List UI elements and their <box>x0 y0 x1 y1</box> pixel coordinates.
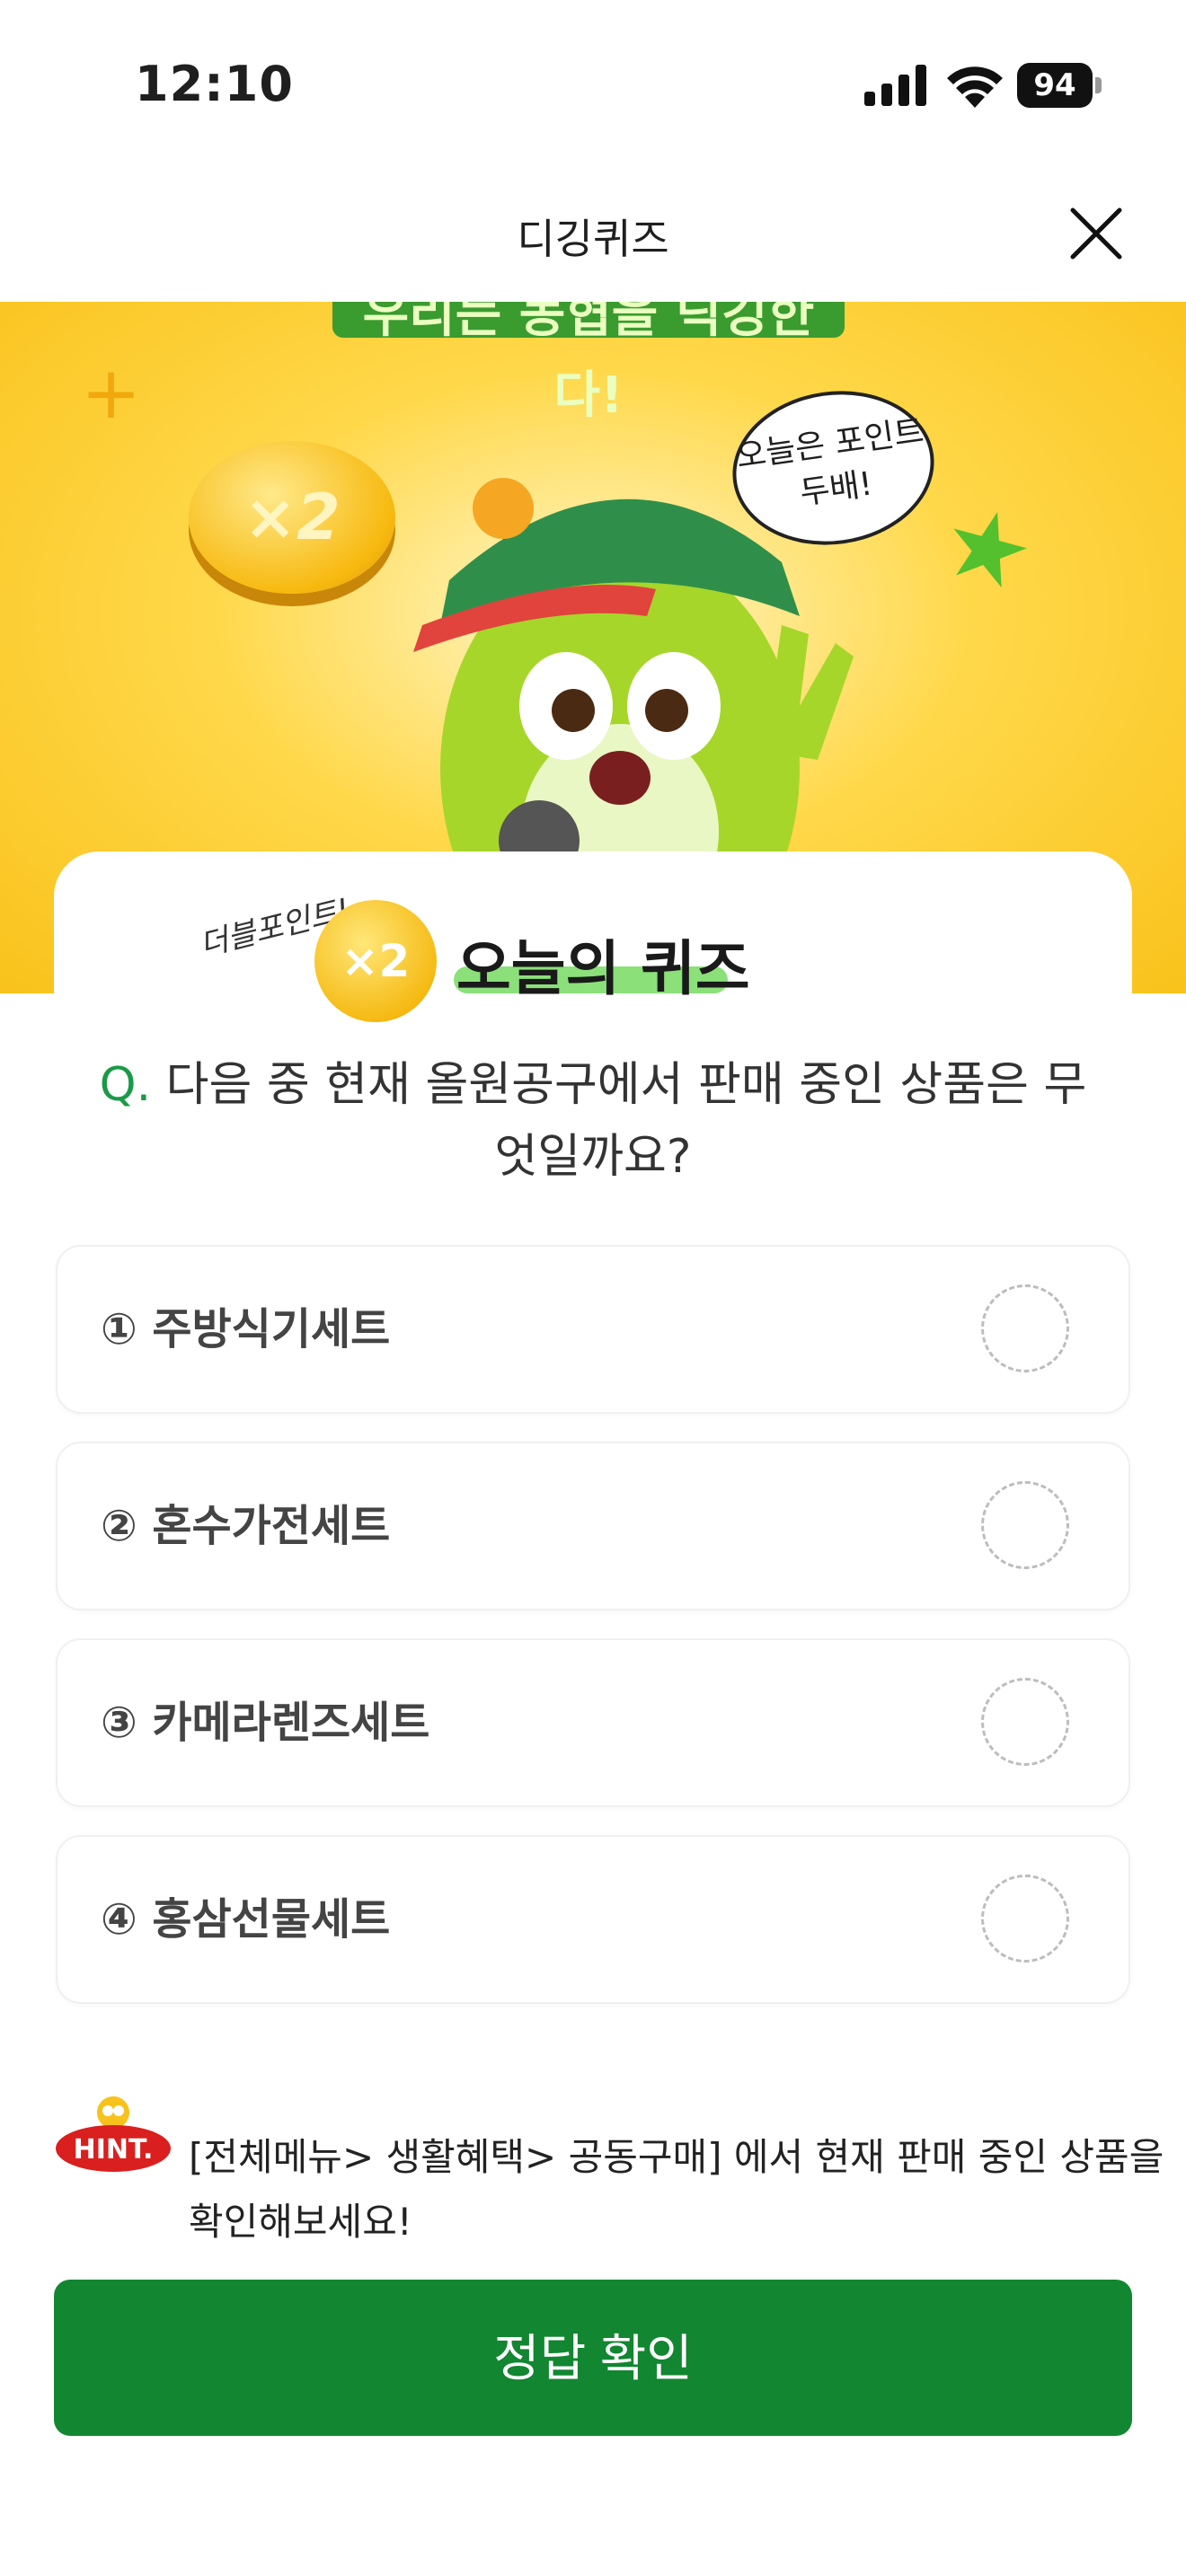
option-label: ② 혼수가전세트 <box>101 1501 391 1551</box>
answer-option-4[interactable]: ④ 홍삼선물세트 <box>56 1835 1130 2004</box>
option-label: ① 주방식기세트 <box>101 1304 391 1354</box>
battery-icon: 94 <box>1017 63 1103 108</box>
radio-button[interactable] <box>981 1284 1069 1372</box>
answer-option-2[interactable]: ② 혼수가전세트 <box>56 1442 1130 1610</box>
svg-text:HINT.: HINT. <box>74 2134 154 2166</box>
option-label: ③ 카메라렌즈세트 <box>101 1698 430 1748</box>
nav-header: 디깅퀴즈 <box>0 171 1186 302</box>
x2-coin-icon: ×2 <box>189 441 395 594</box>
answer-option-1[interactable]: ① 주방식기세트 <box>56 1245 1130 1414</box>
x2-coin-icon: ×2 <box>314 900 437 1022</box>
question-text: Q. 다음 중 현재 올원공구에서 판매 중인 상품은 무엇일까요? <box>90 1049 1096 1193</box>
page-title: 디깅퀴즈 <box>517 215 669 263</box>
cellular-signal-icon <box>864 65 926 106</box>
quiz-title: 오늘의 퀴즈 <box>456 934 750 1003</box>
battery-level: 94 <box>1017 63 1093 108</box>
question-body: 다음 중 현재 올원공구에서 판매 중인 상품은 무엇일까요? <box>165 1058 1087 1184</box>
radio-button[interactable] <box>981 1678 1069 1766</box>
plus-decoration-icon: + <box>81 351 142 435</box>
option-label: ④ 홍삼선물세트 <box>101 1894 391 1945</box>
radio-button[interactable] <box>981 1481 1069 1569</box>
star-icon: ★ <box>930 481 1046 615</box>
hint-badge-icon: HINT. <box>56 2096 171 2172</box>
radio-button[interactable] <box>981 1875 1069 1963</box>
question-prefix: Q. <box>99 1058 152 1112</box>
answer-option-3[interactable]: ③ 카메라렌즈세트 <box>56 1638 1130 1807</box>
status-time: 12:10 <box>135 56 294 112</box>
hint-text: [전체메뉴> 생활혜택> 공동구매] 에서 현재 판매 중인 상품을 확인해보세… <box>189 2135 1164 2244</box>
status-bar: 12:10 94 <box>0 0 1186 171</box>
banner-headline: 우리는 농협을 딕깅한다! <box>332 302 845 425</box>
close-icon[interactable] <box>1066 203 1127 264</box>
wifi-icon <box>947 66 1003 108</box>
confirm-answer-button[interactable]: 정답 확인 <box>54 2280 1132 2436</box>
